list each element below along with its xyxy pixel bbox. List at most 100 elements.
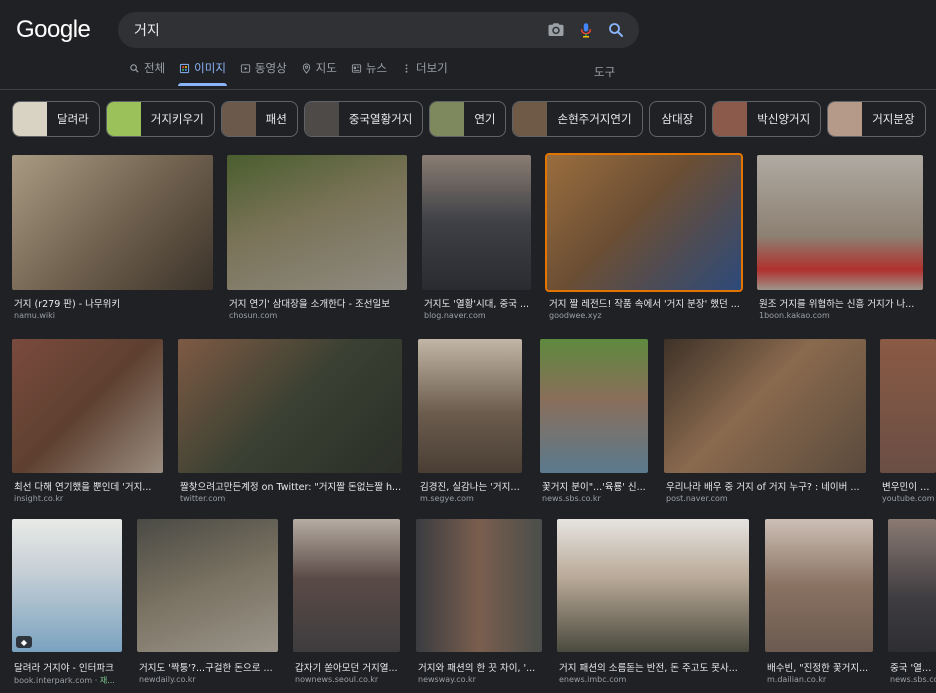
result-thumbnail[interactable] [178,339,402,473]
image-result[interactable]: 거지도 '열황'시대, 중국 ... blog.naver.com [422,155,531,325]
result-caption[interactable]: 거지 연기' 삼대장을 소개한다 - 조선일보 [229,296,407,310]
image-result[interactable]: 김경진, 실감나는 '거지' ... m.segye.com [418,339,522,509]
result-caption[interactable]: 변우민이 직접 [882,479,936,493]
image-result[interactable]: 꽃거지 분이"...'육룡' 신... news.sbs.co.kr [540,339,648,509]
tag-icon: ◆ [16,636,32,648]
tab-more[interactable]: 더보기 [394,60,455,86]
tab-maps[interactable]: 지도 [294,60,344,86]
result-thumbnail[interactable] [757,155,923,290]
result-thumbnail[interactable] [422,155,531,290]
image-result[interactable]: 갑자기 쏟아모던 거지열... nownews.seoul.co.kr [293,519,400,689]
result-source: post.naver.com [666,494,728,503]
result-caption[interactable]: 중국 '열황거 [890,660,936,674]
image-result[interactable]: 중국 '열황거 news.sbs.co [888,519,936,689]
chip-related[interactable]: 연기 [429,101,507,137]
result-caption[interactable]: 거지도 '짝퉁'?...구걸한 돈으로 ... [139,660,278,674]
mic-icon[interactable] [571,15,601,45]
chip-related[interactable]: 박신양거지 [712,101,822,137]
chip-thumbnail [828,102,863,136]
result-thumbnail[interactable] [137,519,278,652]
result-thumbnail[interactable] [418,339,522,473]
chip-related[interactable]: 패션 [220,101,298,137]
image-result[interactable]: 배수빈, "진정한 꽃거지... m.dailian.co.kr [765,519,873,689]
image-result[interactable]: 거지 (r279 판) - 나무위키 namu.wiki [12,155,213,325]
chip-related[interactable]: 거지분장 [827,101,926,137]
result-source: insight.co.kr [14,494,64,503]
image-result[interactable]: 거지도 '짝퉁'?...구걸한 돈으로 ... newdaily.co.kr [137,519,278,689]
result-caption[interactable]: 원조 거지를 위협하는 신흥 거지가 나... [759,296,923,310]
search-input[interactable] [134,22,541,38]
image-result[interactable]: ◆ 달려라 거지야 - 인터파크 book.interpark.com · 재.… [12,519,122,689]
chip-label: 패션 [265,112,287,126]
result-caption[interactable]: 김경진, 실감나는 '거지' ... [420,479,522,493]
chip-related[interactable]: 거지키우기 [105,101,215,137]
result-thumbnail[interactable] [12,339,163,473]
camera-icon[interactable] [541,15,571,45]
search-box[interactable] [118,12,639,48]
result-caption[interactable]: 우리나라 배우 중 거지 of 거지 누구? : 네이버 ... [666,479,866,493]
result-caption[interactable]: 최선 다해 연기했을 뿐인데 '거지... [14,479,163,493]
result-caption[interactable]: 거지와 패션의 한 끗 차이, '... [418,660,542,674]
tab-images[interactable]: 이미지 [172,60,233,86]
image-result[interactable]: 짤찾으려고만든계정 on Twitter: "거지짤 돈없는짤 h... twi… [178,339,402,509]
image-result[interactable]: 거지 연기' 삼대장을 소개한다 - 조선일보 chosun.com [227,155,407,325]
chip-related[interactable]: 삼대장 [648,101,707,137]
image-icon [180,63,190,73]
result-caption[interactable]: 꽃거지 분이"...'육룡' 신... [542,479,648,493]
result-source-extra: · 재... [94,676,115,685]
chip-related[interactable]: 손현주거지연기 [512,101,643,137]
image-result[interactable]: 최선 다해 연기했을 뿐인데 '거지... insight.co.kr [12,339,163,509]
result-caption[interactable]: 거지 패션의 소름돋는 반전, 돈 주고도 못사... [559,660,749,674]
result-caption[interactable]: 달려라 거지야 - 인터파크 [14,660,122,674]
result-thumbnail[interactable] [293,519,400,652]
result-thumbnail[interactable] [664,339,866,473]
google-logo[interactable]: Google [16,16,91,44]
result-caption[interactable]: 짤찾으려고만든계정 on Twitter: "거지짤 돈없는짤 h... [180,479,402,493]
result-source: namu.wiki [14,311,55,320]
result-caption[interactable]: 거지도 '열황'시대, 중국 ... [424,296,531,310]
result-caption[interactable]: 거지 (r279 판) - 나무위키 [14,296,213,310]
tab-news[interactable]: 뉴스 [344,60,394,86]
chip-thumbnail [221,102,256,136]
image-result[interactable]: 거지 패션의 소름돋는 반전, 돈 주고도 못사... enews.imbc.c… [557,519,749,689]
result-thumbnail[interactable]: ◆ [12,519,122,652]
result-source: newdaily.co.kr [139,675,196,684]
tab-label: 뉴스 [365,61,388,75]
tools-button[interactable]: 도구 [594,64,615,80]
result-thumbnail[interactable] [416,519,542,652]
chip-thumbnail [713,102,748,136]
result-caption[interactable]: 배수빈, "진정한 꽃거지... [767,660,873,674]
chip-label: 삼대장 [661,112,694,126]
image-result[interactable]: 거지와 패션의 한 끗 차이, '... newsway.co.kr [416,519,542,689]
image-result[interactable]: 변우민이 직접 youtube.com [880,339,936,509]
result-thumbnail[interactable] [557,519,749,652]
result-source: goodwee.xyz [549,311,602,320]
result-caption[interactable]: 거지 짤 레전드! 작품 속에서 '거지 분장' 했던 ... [549,296,741,310]
tab-label: 이미지 [194,61,226,75]
image-result[interactable]: 우리나라 배우 중 거지 of 거지 누구? : 네이버 ... post.na… [664,339,866,509]
tab-videos[interactable]: 동영상 [233,60,294,86]
tab-all[interactable]: 전체 [122,60,172,86]
chip-label: 달려라 [57,112,89,126]
result-source: twitter.com [180,494,226,503]
chip-label: 거지분장 [872,112,915,126]
result-caption[interactable]: 갑자기 쏟아모던 거지열... [295,660,400,674]
result-source: book.interpark.com · 재... [14,675,122,686]
result-source: blog.naver.com [424,311,486,320]
chip-thumbnail [13,102,47,136]
result-thumbnail[interactable] [540,339,648,473]
result-thumbnail[interactable] [545,153,743,292]
result-thumbnail[interactable] [880,339,936,473]
image-result[interactable]: 원조 거지를 위협하는 신흥 거지가 나... 1boon.kakao.com [757,155,923,325]
image-result-selected[interactable]: 거지 짤 레전드! 작품 속에서 '거지 분장' 했던 ... goodwee.… [545,153,743,325]
result-thumbnail[interactable] [888,519,936,652]
result-thumbnail[interactable] [227,155,407,290]
result-thumbnail[interactable] [765,519,873,652]
chip-label: 중국열황거지 [348,112,413,126]
result-source: m.segye.com [420,494,474,503]
result-thumbnail[interactable] [12,155,213,290]
search-icon[interactable] [601,15,631,45]
search-icon [130,63,139,73]
chip-related[interactable]: 달려라 [12,101,100,137]
chip-related[interactable]: 중국열황거지 [303,101,424,137]
